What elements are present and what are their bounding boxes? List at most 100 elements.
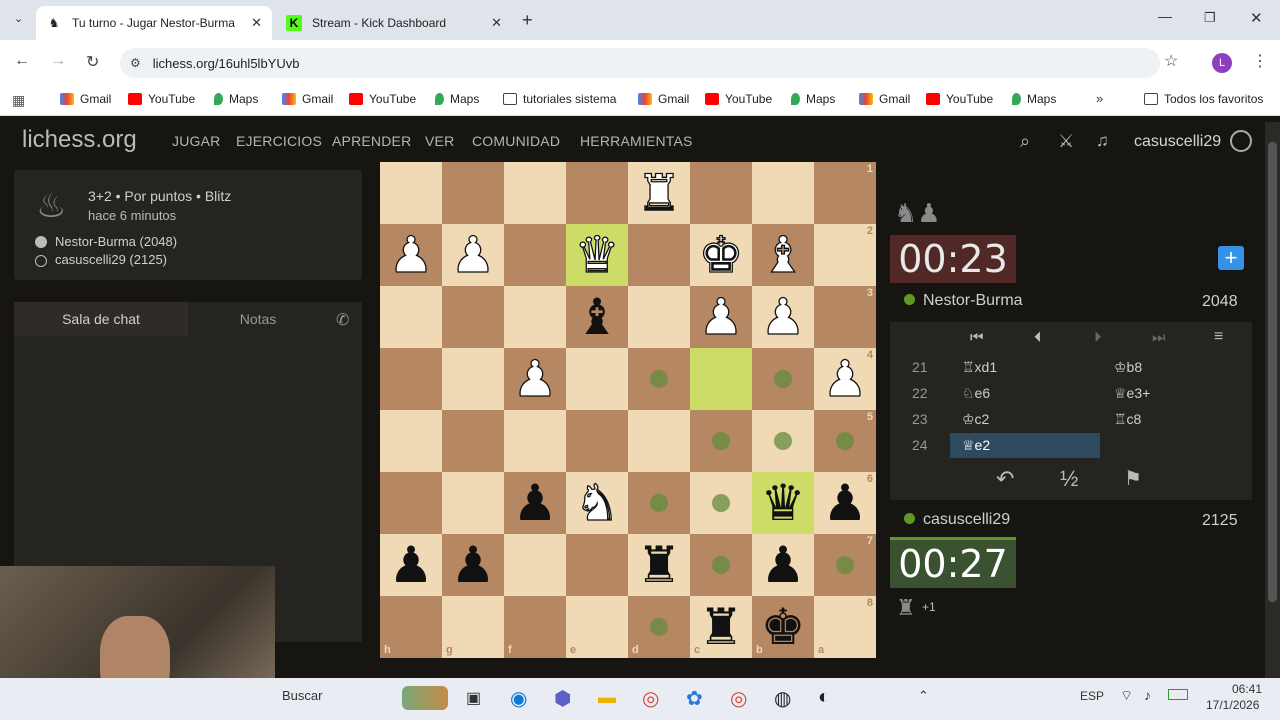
board-square[interactable]: ♟	[380, 534, 442, 596]
white-piece[interactable]: ♝	[760, 229, 806, 280]
board-square[interactable]	[504, 286, 566, 348]
board-square[interactable]: 3	[814, 286, 876, 348]
board-square[interactable]	[380, 472, 442, 534]
board-square[interactable]	[628, 472, 690, 534]
teams-icon[interactable]: ⬢	[554, 686, 571, 711]
board-square[interactable]	[504, 162, 566, 224]
board-square[interactable]	[442, 410, 504, 472]
search-icon[interactable]: ⌕	[1020, 131, 1030, 152]
white-piece[interactable]: ♟	[698, 291, 744, 342]
url-bar[interactable]: ⚙ lichess.org/16uhl5lbYUvb	[120, 48, 1160, 78]
scrollbar-thumb[interactable]	[1268, 142, 1277, 602]
close-tab-icon[interactable]: ✕	[251, 15, 262, 31]
bookmark-youtube[interactable]: YouTube	[128, 92, 195, 106]
move-white[interactable]: ♕e2	[962, 437, 990, 454]
chrome-profile-icon[interactable]: ◎	[730, 686, 747, 711]
move-hint-dot[interactable]	[836, 556, 854, 574]
widget-icon[interactable]	[402, 686, 448, 710]
move-hint-dot[interactable]	[650, 494, 668, 512]
board-square[interactable]	[690, 162, 752, 224]
edge-icon[interactable]: ◉	[510, 686, 527, 711]
office-icon[interactable]: ✿	[686, 686, 703, 711]
prev-move-icon[interactable]: ⏴	[1034, 329, 1042, 346]
username-menu[interactable]: casuscelli29	[1134, 133, 1221, 151]
add-time-icon[interactable]: +	[1218, 245, 1244, 270]
black-piece[interactable]: ♝	[575, 292, 620, 342]
move-hint-dot[interactable]	[712, 556, 730, 574]
menu-kebab-icon[interactable]: ⋮	[1252, 51, 1268, 71]
board-square[interactable]	[442, 286, 504, 348]
all-bookmarks[interactable]: Todos los favoritos	[1144, 92, 1263, 106]
offer-draw-button[interactable]: ½	[1060, 466, 1078, 492]
tab-chat[interactable]: Sala de chat	[14, 302, 188, 336]
board-square[interactable]	[752, 162, 814, 224]
page-scrollbar[interactable]	[1265, 122, 1280, 678]
black-piece[interactable]: ♛	[761, 478, 806, 528]
board-square[interactable]: ♟	[504, 472, 566, 534]
bookmark-gmail[interactable]: Gmail	[282, 92, 333, 106]
board-square[interactable]: e	[566, 596, 628, 658]
nav-comunidad[interactable]: COMUNIDAD	[472, 133, 560, 149]
board-square[interactable]: h	[380, 596, 442, 658]
black-piece[interactable]: ♟	[389, 540, 434, 590]
white-piece[interactable]: ♟	[760, 291, 806, 342]
clock-date[interactable]: 17/1/2026	[1206, 698, 1259, 712]
tab-list-icon[interactable]: ⌄	[14, 12, 23, 25]
black-piece[interactable]: ♟	[823, 478, 868, 528]
board-square[interactable]: g	[442, 596, 504, 658]
bookmark-gmail[interactable]: Gmail	[859, 92, 910, 106]
black-piece[interactable]: ♚	[761, 602, 806, 652]
board-square[interactable]: ♚	[690, 224, 752, 286]
opponent-name[interactable]: Nestor-Burma	[904, 292, 1023, 310]
language-indicator[interactable]: ESP	[1080, 689, 1104, 703]
board-square[interactable]	[566, 162, 628, 224]
black-player-link[interactable]: casuscelli29 (2125)	[55, 252, 167, 267]
profile-avatar[interactable]: L	[1212, 53, 1232, 73]
nav-herramientas[interactable]: HERRAMIENTAS	[580, 133, 693, 149]
bookmark-youtube[interactable]: YouTube	[349, 92, 416, 106]
white-piece[interactable]: ♟	[450, 229, 496, 280]
board-square[interactable]: ♜	[628, 162, 690, 224]
board-square[interactable]	[380, 162, 442, 224]
explorer-icon[interactable]: ▬	[598, 687, 616, 708]
board-square[interactable]: 1	[814, 162, 876, 224]
move-black[interactable]: ♔b8	[1114, 359, 1142, 376]
bell-icon[interactable]: ♫	[1096, 131, 1109, 151]
move-hint-dot[interactable]	[774, 370, 792, 388]
board-square[interactable]	[504, 224, 566, 286]
tab-kick[interactable]: K Stream - Kick Dashboard ✕	[276, 6, 512, 40]
restore-icon[interactable]: ❐	[1204, 10, 1216, 26]
clock-time[interactable]: 06:41	[1232, 682, 1262, 696]
move-hint-dot[interactable]	[712, 432, 730, 450]
board-square[interactable]: 2	[814, 224, 876, 286]
forward-icon[interactable]: →	[50, 52, 66, 70]
move-black[interactable]: ♕e3+	[1114, 385, 1150, 402]
more-bookmarks-icon[interactable]: »	[1096, 91, 1103, 106]
board-square[interactable]	[504, 410, 566, 472]
board-square[interactable]: ♟	[504, 348, 566, 410]
board-square[interactable]	[380, 348, 442, 410]
swords-icon[interactable]: ⚔	[1058, 131, 1074, 152]
board-square[interactable]: f	[504, 596, 566, 658]
first-move-icon[interactable]: ⏮	[970, 329, 984, 346]
close-window-icon[interactable]: ✕	[1250, 9, 1263, 27]
black-piece[interactable]: ♟	[513, 478, 558, 528]
minimize-icon[interactable]: —	[1158, 8, 1172, 24]
bookmark-folder-tutoriales[interactable]: tutoriales sistema	[503, 92, 616, 106]
move-hint-dot[interactable]	[650, 370, 668, 388]
white-piece[interactable]: ♚	[698, 229, 744, 280]
nav-aprender[interactable]: APRENDER	[332, 133, 411, 149]
board-square[interactable]	[690, 534, 752, 596]
white-piece[interactable]: ♞	[574, 477, 620, 528]
reload-icon[interactable]: ↻	[86, 52, 99, 72]
white-piece[interactable]: ♟	[512, 353, 558, 404]
resign-flag-icon[interactable]: ⚑	[1124, 466, 1142, 491]
menu-icon[interactable]: ≡	[1214, 328, 1223, 346]
board-square[interactable]: ♟ 4	[814, 348, 876, 410]
site-logo[interactable]: lichess.org	[22, 126, 137, 154]
wifi-icon[interactable]: ⌔	[1120, 687, 1133, 705]
board-square[interactable]	[628, 286, 690, 348]
board-square[interactable]: ♟	[690, 286, 752, 348]
nav-ver[interactable]: VER	[425, 133, 454, 149]
black-piece[interactable]: ♜	[637, 540, 682, 590]
